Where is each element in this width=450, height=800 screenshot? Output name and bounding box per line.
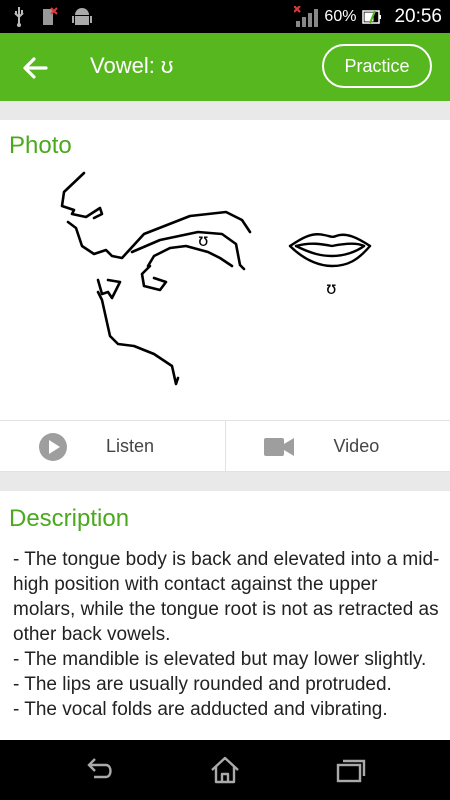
android-debug-icon [72,8,92,25]
play-icon [39,433,67,461]
usb-icon [14,7,24,27]
listen-label: Listen [106,436,155,456]
battery-percent: 60% [324,7,357,25]
practice-button[interactable]: Practice [322,44,432,88]
listen-button[interactable]: Listen [0,421,225,471]
photo-card: Photo ʊ ʊ Listen Video [0,120,450,472]
video-label: Video [333,436,380,456]
action-row: Listen Video [0,420,450,472]
description-line: - The vocal folds are adducted and vibra… [13,699,388,720]
battery-icon [362,9,382,24]
description-text: - The tongue body is back and elevated i… [13,547,441,722]
status-bar: 60% 20:56 [0,0,450,33]
description-line: - The tongue body is back and elevated i… [13,549,440,645]
sd-card-icon [43,7,58,25]
home-icon[interactable] [208,755,242,785]
page-title: Vowel: ʊ [90,53,174,78]
back-icon[interactable] [82,755,116,785]
video-camera-icon [263,438,294,456]
description-line: - The lips are usually rounded and protr… [13,674,392,695]
side-vowel-label: ʊ [198,231,209,251]
vocal-tract-illustration: ʊ ʊ [60,171,372,386]
navigation-bar [0,740,450,800]
video-button[interactable]: Video [224,421,450,471]
description-card: Description - The tongue body is back an… [0,491,450,740]
description-section-title: Description [9,505,130,532]
photo-section-title: Photo [9,132,72,159]
back-arrow-icon[interactable] [18,51,52,85]
description-line: - The mandible is elevated but may lower… [13,649,427,670]
app-bar: Vowel: ʊ Practice [0,33,450,101]
lips-vowel-label: ʊ [326,279,337,299]
recent-apps-icon[interactable] [334,755,368,785]
signal-icon [294,5,319,27]
clock: 20:56 [394,5,442,27]
